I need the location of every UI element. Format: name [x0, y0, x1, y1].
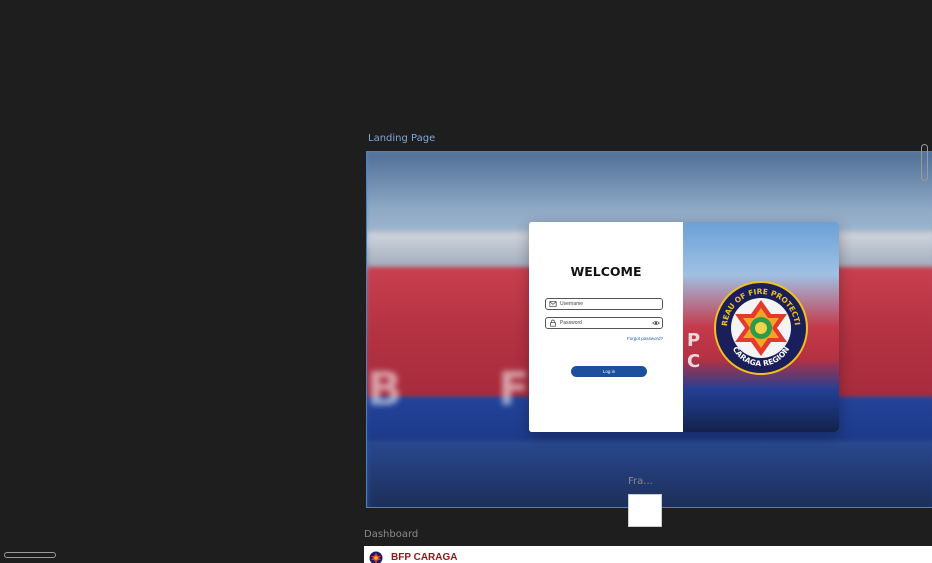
vertical-scrollbar[interactable]	[921, 144, 928, 181]
password-placeholder: Password	[560, 319, 582, 326]
bfp-seal-logo: BUREAU OF FIRE PROTECTION CARAGA REGION	[713, 280, 808, 375]
dashboard-frame[interactable]: BFP CARAGA	[364, 546, 932, 563]
welcome-heading: WELCOME	[570, 264, 642, 279]
hero-image-panel: P C BUREAU OF FIRE PROTECTION CARAGA REG…	[683, 222, 839, 432]
frame-label-dashboard[interactable]: Dashboard	[364, 529, 418, 540]
horizontal-scrollbar[interactable]	[4, 552, 56, 558]
forgot-password-link[interactable]: Forgot password?	[627, 336, 663, 341]
lock-icon	[550, 319, 556, 327]
eye-icon[interactable]	[652, 319, 660, 327]
username-placeholder: Username	[560, 300, 584, 307]
login-card: WELCOME Username Password Forgot passwor…	[529, 222, 839, 432]
login-form-panel: WELCOME Username Password Forgot passwor…	[529, 222, 683, 432]
bfp-logo-icon	[369, 551, 383, 563]
small-frame[interactable]	[628, 494, 662, 527]
login-button[interactable]: Log in	[571, 366, 647, 377]
password-input[interactable]: Password	[545, 317, 663, 329]
mail-icon	[549, 301, 557, 307]
frame-label-landing[interactable]: Landing Page	[368, 133, 435, 144]
frame-label-small[interactable]: Fra...	[628, 476, 653, 487]
design-canvas[interactable]: Landing Page B F WELCOME Username Passwo…	[0, 0, 932, 563]
dashboard-title: BFP CARAGA	[391, 552, 458, 563]
username-input[interactable]: Username	[545, 298, 663, 310]
